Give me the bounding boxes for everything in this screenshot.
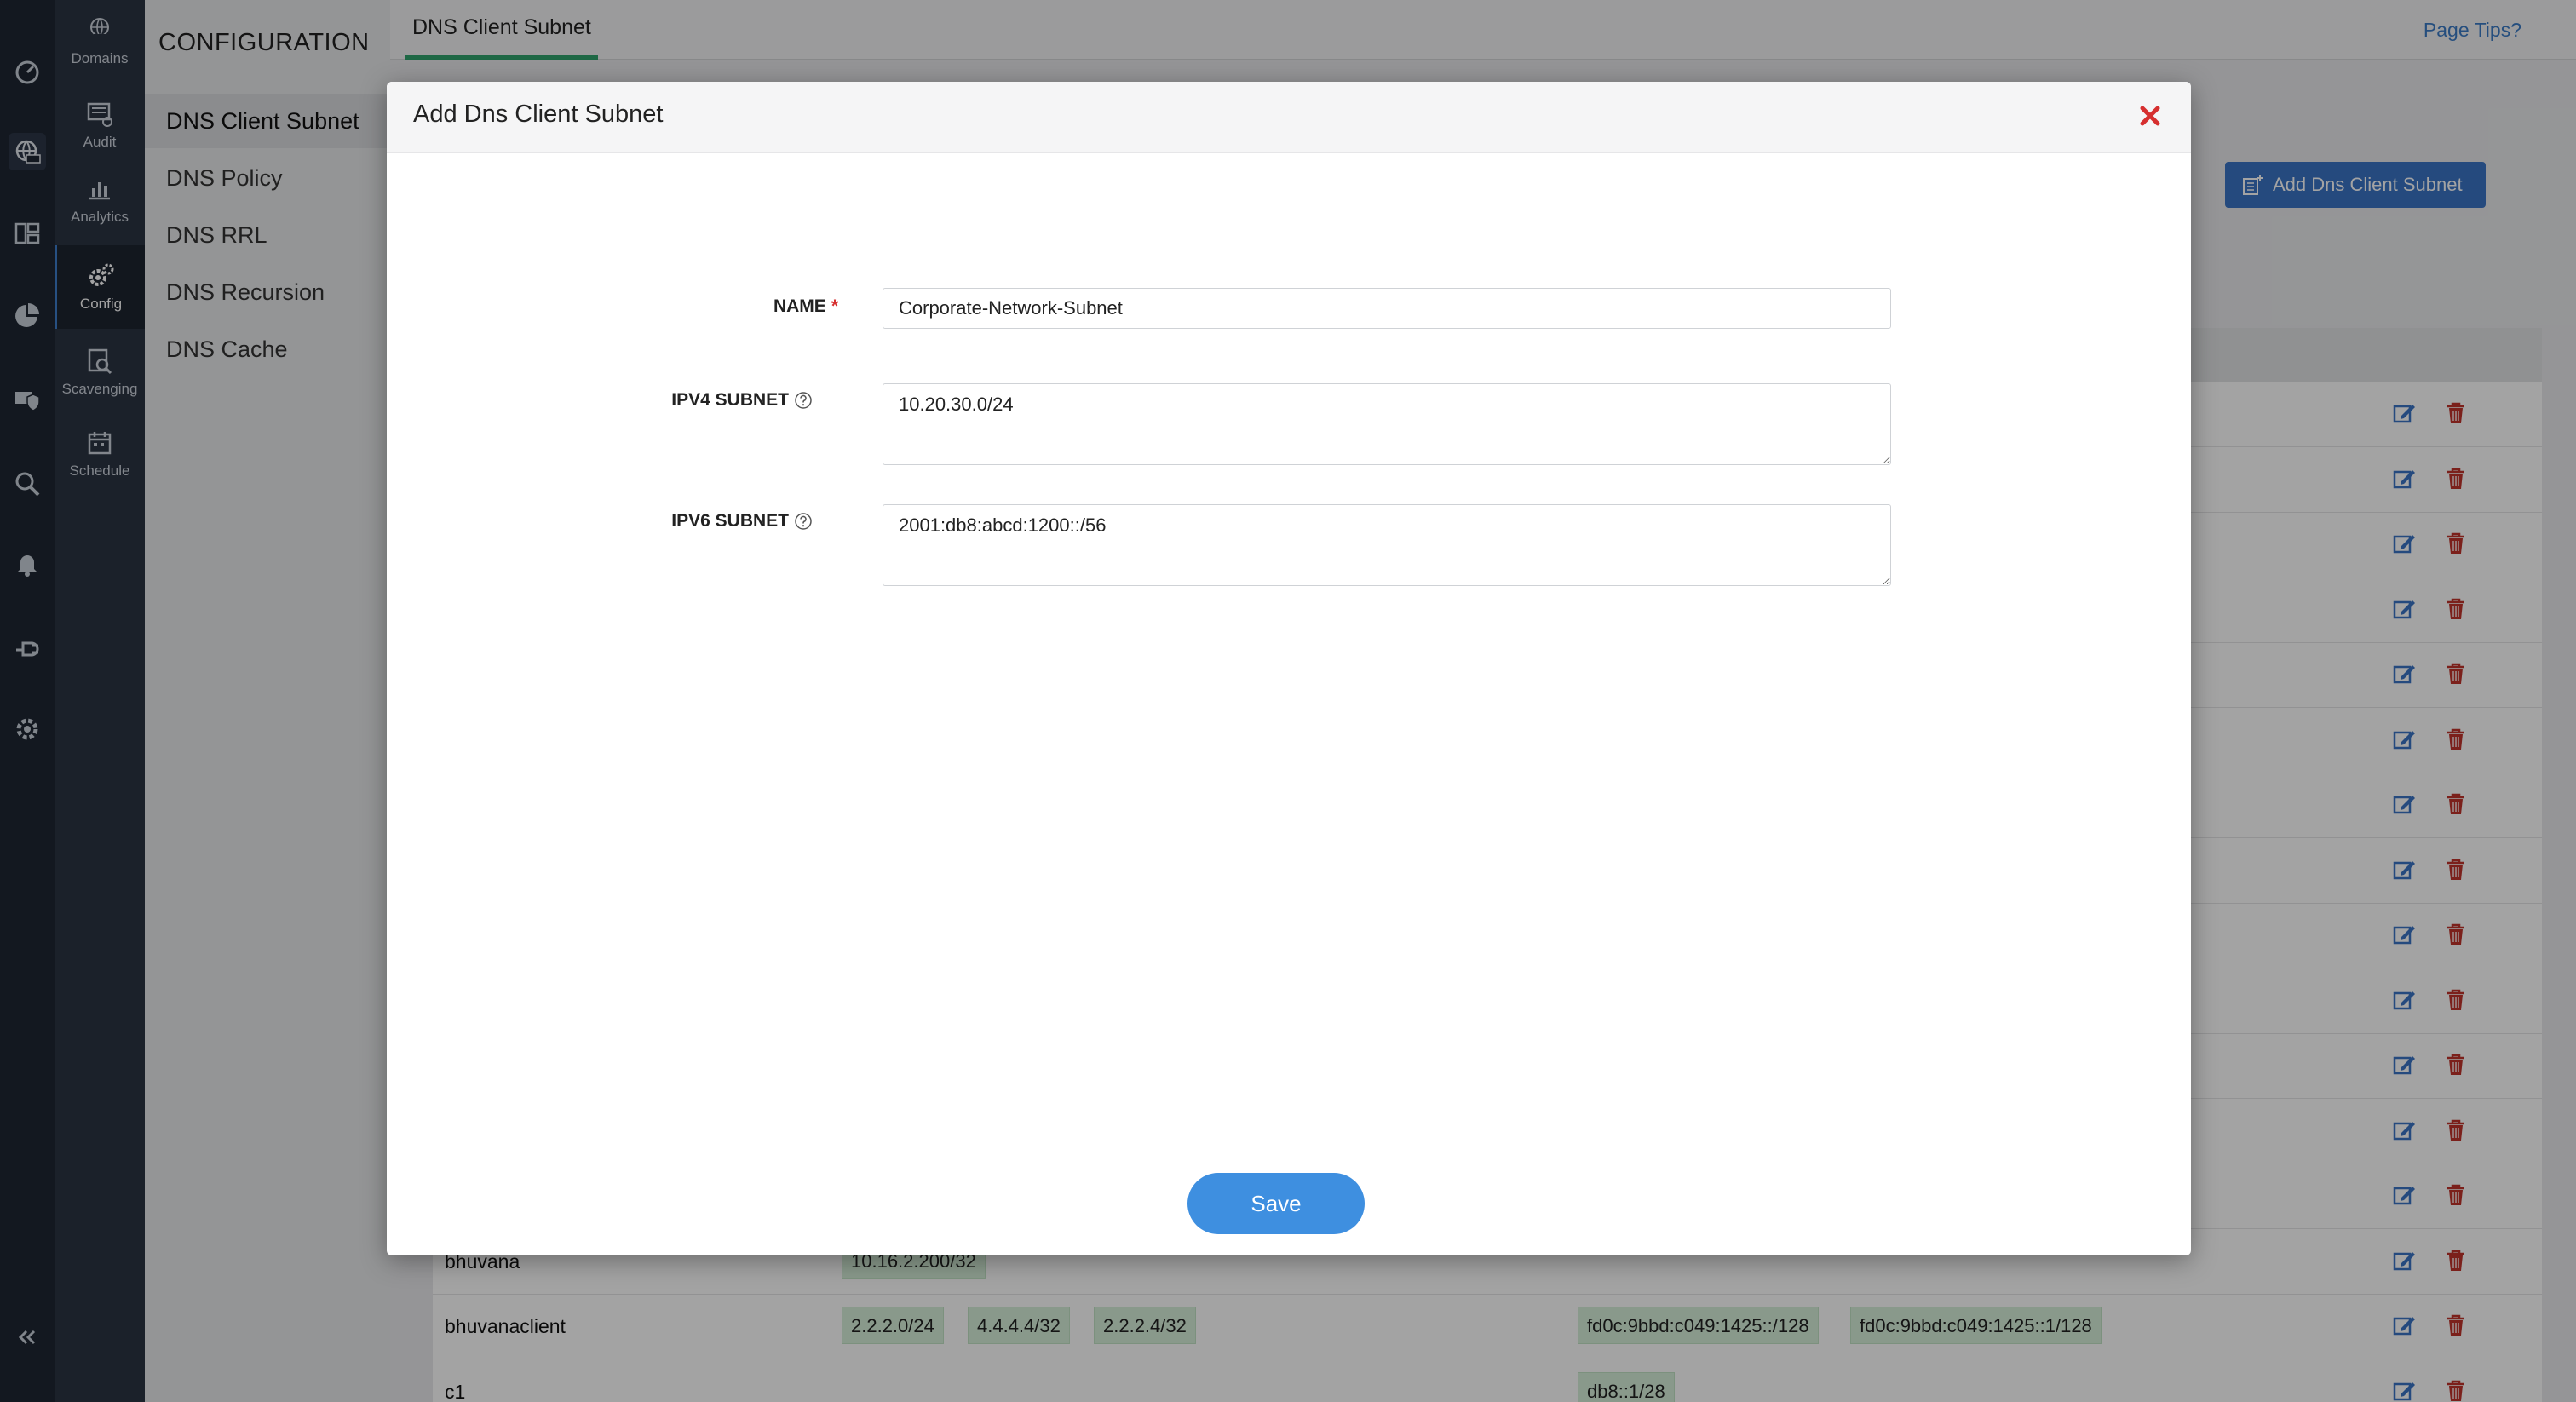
dialog-header: Add Dns Client Subnet <box>387 82 2191 153</box>
ipv4-subnet-label: IPV4 SUBNET <box>671 390 789 410</box>
help-icon[interactable] <box>794 512 813 531</box>
help-icon[interactable] <box>794 391 813 410</box>
ipv4-subnet-textarea[interactable] <box>883 383 1891 465</box>
dialog-title: Add Dns Client Subnet <box>413 101 664 128</box>
ipv6-label-group: IPV6 SUBNET <box>671 511 813 531</box>
ipv6-subnet-label: IPV6 SUBNET <box>671 511 789 531</box>
name-label: NAME <box>773 296 826 316</box>
name-label-group: NAME * <box>773 296 838 317</box>
add-dns-client-subnet-dialog: Add Dns Client Subnet NAME* IPV4 SUBNET … <box>387 82 2191 1255</box>
name-input[interactable] <box>883 288 1891 329</box>
save-button[interactable]: Save <box>1187 1173 1365 1234</box>
dialog-footer: Save <box>387 1152 2191 1255</box>
ipv6-subnet-textarea[interactable] <box>883 504 1891 586</box>
ipv4-label-group: IPV4 SUBNET <box>671 390 813 411</box>
required-mark: * <box>831 296 838 316</box>
close-icon[interactable] <box>2135 101 2165 131</box>
